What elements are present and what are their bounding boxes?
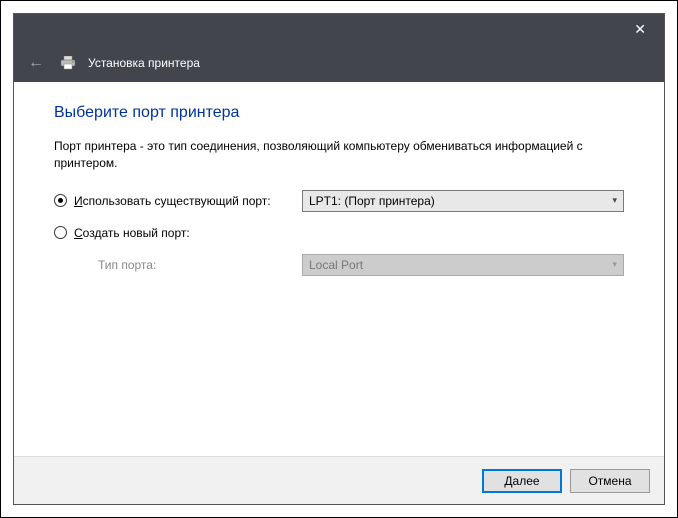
window-header: ← Установка принтера	[14, 44, 664, 82]
outer-frame: ✕ ← Установка принтера Выберите порт при…	[0, 0, 678, 518]
use-existing-row: Использовать существующий порт: LPT1: (П…	[54, 190, 624, 212]
content-area: Выберите порт принтера Порт принтера - э…	[14, 82, 664, 456]
port-type-value: Local Port	[309, 258, 363, 272]
create-new-radio[interactable]	[54, 226, 67, 239]
back-arrow-icon[interactable]: ←	[24, 52, 48, 74]
create-new-row: Создать новый порт:	[54, 226, 624, 240]
use-existing-radio[interactable]	[54, 194, 67, 207]
header-title: Установка принтера	[88, 56, 200, 70]
port-type-select: Local Port ▾	[302, 254, 624, 276]
close-icon[interactable]: ✕	[624, 17, 656, 42]
port-type-label: Тип порта:	[54, 258, 302, 272]
existing-port-value: LPT1: (Порт принтера)	[309, 194, 435, 208]
page-description: Порт принтера - это тип соединения, позв…	[54, 138, 624, 172]
port-type-row: Тип порта: Local Port ▾	[54, 254, 624, 276]
next-button[interactable]: Далее	[482, 469, 562, 493]
existing-port-select[interactable]: LPT1: (Порт принтера) ▾	[302, 190, 624, 212]
chevron-down-icon: ▾	[612, 259, 617, 270]
create-new-radio-group[interactable]: Создать новый порт:	[54, 226, 302, 240]
titlebar: ✕	[14, 14, 664, 44]
footer: Далее Отмена	[14, 456, 664, 504]
create-new-label[interactable]: Создать новый порт:	[74, 226, 190, 240]
chevron-down-icon: ▾	[612, 195, 617, 206]
page-heading: Выберите порт принтера	[54, 104, 624, 122]
use-existing-label[interactable]: Использовать существующий порт:	[74, 194, 271, 208]
cancel-button[interactable]: Отмена	[570, 469, 650, 493]
use-existing-radio-group[interactable]: Использовать существующий порт:	[54, 194, 302, 208]
printer-icon	[60, 56, 76, 70]
wizard-window: ✕ ← Установка принтера Выберите порт при…	[13, 13, 665, 505]
